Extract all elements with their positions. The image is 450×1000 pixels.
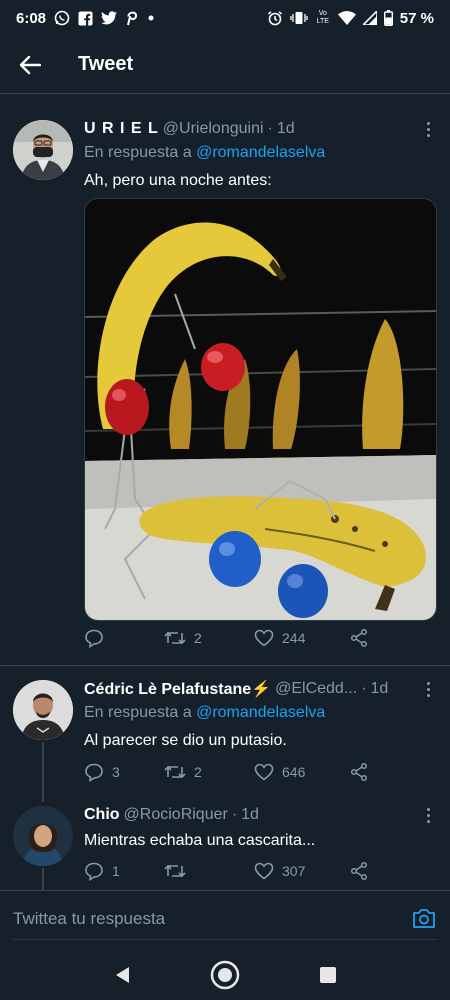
author-name[interactable]: Cédric Lè Pelafustane⚡ — [84, 679, 271, 699]
reply-input[interactable]: Twittea tu respuesta — [13, 909, 165, 929]
tweet-image[interactable] — [84, 198, 437, 621]
replying-to: En respuesta a @romandelaselva — [84, 704, 436, 726]
signal-icon — [362, 11, 377, 25]
more-options-icon[interactable] — [420, 118, 436, 140]
banana-boxing-image — [85, 199, 436, 620]
replying-to: En respuesta a @romandelaselva — [84, 144, 436, 166]
wifi-icon — [337, 11, 356, 25]
author-handle[interactable]: @Urielonguini — [163, 120, 264, 138]
top-app-bar: Tweet — [0, 36, 450, 94]
like-button[interactable]: 307 — [254, 862, 349, 880]
volte-label: Vo LTE — [316, 10, 329, 25]
comment-icon — [85, 629, 103, 648]
reply-composer: Twittea tu respuesta — [0, 890, 450, 950]
tweet-actions: 3 2 646 — [84, 760, 384, 784]
triangle-back-icon — [115, 967, 129, 983]
author-name[interactable]: U R I E L — [84, 120, 159, 138]
thread-line — [42, 868, 44, 890]
author-name[interactable]: Chio — [84, 806, 120, 824]
heart-icon — [254, 763, 274, 781]
reply-input-underline — [13, 939, 436, 940]
share-icon — [350, 762, 368, 782]
reply-button[interactable] — [84, 628, 164, 648]
share-button[interactable] — [349, 762, 369, 782]
share-button[interactable] — [349, 628, 369, 648]
nav-home-button[interactable] — [209, 959, 241, 991]
retweet-button[interactable] — [164, 862, 254, 880]
arrow-left-icon — [19, 55, 41, 74]
comment-icon — [85, 763, 103, 782]
camera-button[interactable] — [412, 907, 436, 931]
reply-tweet[interactable]: Chio @RocioRiquer · 1d Mientras echaba u… — [0, 792, 450, 890]
heart-icon — [254, 629, 274, 647]
camera-icon — [413, 909, 435, 928]
like-button[interactable]: 646 — [254, 763, 349, 781]
reply-mention-link[interactable]: @romandelaselva — [196, 704, 325, 721]
facebook-icon — [78, 11, 93, 26]
system-nav-bar — [0, 950, 450, 1000]
tweet-text: Al parecer se dio un putasio. — [84, 732, 287, 749]
retweet-count: 2 — [194, 630, 202, 646]
retweet-count: 2 — [194, 764, 202, 780]
tweet-time[interactable]: 1d — [370, 680, 388, 698]
separator-dot: · — [231, 806, 238, 823]
avatar[interactable] — [13, 120, 73, 180]
tweet-text: Mientras echaba una cascarita... — [84, 832, 316, 849]
retweet-button[interactable]: 2 — [164, 629, 254, 647]
author-handle[interactable]: @ElCedd... — [275, 680, 357, 698]
status-bar: 6:08 Vo LTE 57 % — [0, 0, 450, 36]
avatar[interactable] — [13, 806, 73, 866]
like-count: 307 — [282, 863, 306, 879]
tweet-time[interactable]: 1d — [277, 120, 295, 138]
reply-count: 1 — [112, 863, 120, 879]
battery-percent: 57 % — [399, 9, 434, 27]
comment-icon — [85, 862, 103, 881]
tweet-actions: 1 307 — [84, 859, 384, 883]
reply-prefix: En respuesta a — [84, 704, 192, 721]
separator-dot: · — [361, 680, 367, 697]
share-icon — [350, 861, 368, 881]
vibrate-icon — [290, 11, 308, 25]
pinterest-icon — [125, 10, 139, 26]
tweet-actions: 2 244 — [84, 626, 384, 650]
avatar[interactable] — [13, 680, 73, 740]
whatsapp-icon — [54, 10, 70, 26]
retweet-button[interactable]: 2 — [164, 763, 254, 781]
square-recents-icon — [320, 967, 337, 983]
share-icon — [350, 628, 368, 648]
nav-back-button[interactable] — [106, 959, 138, 991]
like-count: 646 — [282, 764, 306, 780]
separator-dot: · — [267, 120, 273, 137]
notification-dot-icon — [147, 14, 155, 22]
more-options-icon[interactable] — [420, 678, 436, 700]
page-title: Tweet — [78, 53, 134, 75]
status-time: 6:08 — [16, 9, 47, 27]
main-tweet[interactable]: U R I E L @Urielonguini · 1d En respuest… — [0, 94, 450, 666]
reply-prefix: En respuesta a — [84, 144, 192, 161]
battery-icon — [383, 10, 393, 26]
tweet-text: Ah, pero una noche antes: — [84, 172, 272, 189]
retweet-icon — [164, 765, 186, 779]
author-handle[interactable]: @RocioRiquer — [124, 806, 228, 824]
reply-tweet[interactable]: Cédric Lè Pelafustane⚡ @ElCedd... · 1d E… — [0, 666, 450, 802]
retweet-icon — [164, 864, 186, 878]
home-circle-icon — [210, 960, 240, 990]
twitter-icon — [101, 11, 118, 25]
nav-recents-button[interactable] — [312, 959, 344, 991]
reply-mention-link[interactable]: @romandelaselva — [196, 144, 325, 161]
tweet-time[interactable]: 1d — [241, 806, 259, 824]
reply-count: 3 — [112, 764, 120, 780]
more-options-icon[interactable] — [420, 804, 436, 826]
reply-button[interactable]: 3 — [84, 762, 164, 782]
share-button[interactable] — [349, 861, 369, 881]
like-button[interactable]: 244 — [254, 629, 349, 647]
back-button[interactable] — [0, 36, 60, 94]
alarm-icon — [267, 10, 283, 26]
retweet-icon — [164, 631, 186, 645]
heart-icon — [254, 862, 274, 880]
like-count: 244 — [282, 630, 306, 646]
reply-button[interactable]: 1 — [84, 861, 164, 881]
